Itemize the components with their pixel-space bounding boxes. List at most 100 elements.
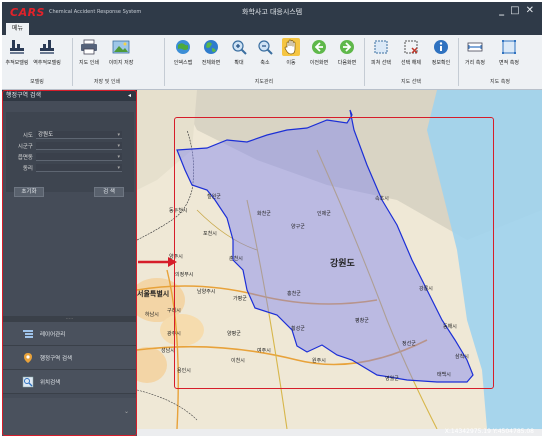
place-label: 서울특별시 bbox=[137, 289, 169, 298]
ribbon-separator bbox=[72, 38, 73, 86]
place-label: 여주시 bbox=[257, 347, 271, 354]
place-label: 평창군 bbox=[355, 317, 369, 324]
map-pin-icon bbox=[22, 352, 34, 364]
place-label: 횡성군 bbox=[291, 325, 305, 332]
chevron-down-icon[interactable]: ⌄ bbox=[124, 408, 129, 415]
place-label: 원주시 bbox=[312, 357, 326, 364]
place-label: 태백시 bbox=[437, 371, 451, 378]
place-label: 춘천시 bbox=[229, 255, 243, 262]
dongri-select[interactable]: ▾ bbox=[36, 164, 122, 172]
info-icon bbox=[432, 38, 450, 56]
group-label-map-manage: 지도관리 bbox=[254, 79, 274, 85]
reverse-tracking-button[interactable]: 역추적모델링 bbox=[33, 38, 61, 66]
place-label: 양평군 bbox=[227, 330, 241, 337]
ribbon-separator bbox=[364, 38, 365, 86]
print-map-button[interactable]: 지도 인쇄 bbox=[76, 38, 102, 66]
search-button[interactable]: 검 색 bbox=[94, 187, 124, 197]
place-label: 용인시 bbox=[177, 367, 191, 374]
feature-select-button[interactable]: 피쳐 선택 bbox=[368, 38, 394, 66]
tab-menu[interactable]: 메뉴 bbox=[6, 23, 30, 35]
place-label: 의정부시 bbox=[175, 271, 193, 278]
nav-item-layer-manage[interactable]: 레이어관리 bbox=[2, 322, 137, 346]
eupmyeondong-select[interactable]: ▾ bbox=[36, 153, 122, 161]
region-label-gangwon: 강원도 bbox=[330, 257, 356, 269]
bottom-bar bbox=[2, 436, 542, 444]
sigungu-select[interactable]: ▾ bbox=[36, 142, 122, 150]
group-label-modeling: 모델링 bbox=[30, 79, 44, 85]
ribbon-separator bbox=[164, 38, 165, 86]
admin-search-form: 시도 강원도 ▾ 시군구 ▾ 읍면동 ▾ 동리 ▾ 초기화 검 색 bbox=[6, 112, 134, 197]
nav-item-location-search[interactable]: 위치검색 bbox=[2, 370, 137, 394]
dropdown-arrow-icon: ▾ bbox=[117, 143, 120, 149]
field-dongri: 동리 ▾ bbox=[6, 163, 134, 173]
dropdown-arrow-icon: ▾ bbox=[117, 132, 120, 138]
zoom-in-icon bbox=[230, 38, 248, 56]
field-sigungu: 시군구 ▾ bbox=[6, 141, 134, 151]
group-label-save-print: 저장 및 인쇄 bbox=[93, 79, 121, 85]
place-label: 광주시 bbox=[167, 330, 181, 337]
place-label: 양구군 bbox=[291, 223, 305, 230]
distance-measure-icon bbox=[466, 38, 484, 56]
coordinate-readout: X:14342975.19 Y:4504785.08 bbox=[444, 428, 534, 435]
layer-icon bbox=[22, 328, 34, 340]
back-icon bbox=[310, 38, 328, 56]
place-label: 화천군 bbox=[257, 210, 271, 217]
field-label: 시도 bbox=[22, 133, 33, 139]
area-measure-icon bbox=[500, 38, 518, 56]
index-map-button[interactable]: 인덱스맵 bbox=[170, 38, 196, 66]
place-label: 동두천시 bbox=[169, 207, 187, 214]
field-label: 동리 bbox=[22, 166, 33, 172]
zoom-out-icon bbox=[256, 38, 274, 56]
next-view-button[interactable]: 다음화면 bbox=[334, 38, 360, 66]
full-screen-button[interactable]: 전체화면 bbox=[198, 38, 224, 66]
place-label: 영월군 bbox=[385, 375, 399, 382]
hand-pan-icon bbox=[282, 38, 300, 56]
minimize-button[interactable]: _ bbox=[499, 5, 504, 17]
info-button[interactable]: 정보확인 bbox=[428, 38, 454, 66]
ribbon-separator bbox=[458, 38, 459, 86]
field-label: 읍면동 bbox=[17, 155, 33, 161]
sido-select[interactable]: 강원도 ▾ bbox=[36, 131, 122, 139]
deselect-button[interactable]: 선택 해제 bbox=[398, 38, 424, 66]
maximize-button[interactable]: □ bbox=[510, 5, 519, 17]
form-buttons: 초기화 검 색 bbox=[6, 187, 134, 197]
panel-title: 행정구역 검색 bbox=[6, 92, 42, 99]
place-label: 하남시 bbox=[145, 311, 159, 318]
place-label: 구리시 bbox=[167, 307, 181, 314]
place-label: 포천시 bbox=[203, 230, 217, 237]
place-label: 가평군 bbox=[233, 295, 247, 302]
reset-button[interactable]: 초기화 bbox=[14, 187, 44, 197]
location-search-icon bbox=[22, 376, 34, 388]
forward-icon bbox=[338, 38, 356, 56]
image-save-icon bbox=[112, 38, 130, 56]
panel-header: 행정구역 검색 ◂ bbox=[2, 90, 137, 101]
place-label: 양주시 bbox=[169, 253, 183, 260]
group-label-map-select: 지도 선택 bbox=[401, 79, 421, 85]
nav-item-admin-search[interactable]: 행정구역 검색 bbox=[2, 346, 137, 370]
area-measure-button[interactable]: 면적 측정 bbox=[496, 38, 522, 66]
pan-button[interactable]: 이동 bbox=[278, 38, 304, 66]
panel-footer: ⌄ bbox=[2, 398, 137, 436]
place-label: 남양주시 bbox=[197, 288, 215, 295]
globe-icon bbox=[202, 38, 220, 56]
zoom-in-button[interactable]: 확대 bbox=[226, 38, 252, 66]
zoom-out-button[interactable]: 축소 bbox=[252, 38, 278, 66]
map-canvas: 강원도 동두천시 포천시 양주시 의정부시 남양주시 서울특별시 구리시 하남시… bbox=[137, 90, 542, 429]
deselect-icon bbox=[402, 38, 420, 56]
image-save-button[interactable]: 이미지 저장 bbox=[108, 38, 134, 66]
group-label-map-measure: 지도 측정 bbox=[490, 79, 510, 85]
index-map-icon bbox=[174, 38, 192, 56]
distance-measure-button[interactable]: 거리 측정 bbox=[462, 38, 488, 66]
place-label: 정선군 bbox=[402, 340, 416, 347]
place-label: 속초시 bbox=[375, 195, 389, 202]
previous-view-button[interactable]: 이전화면 bbox=[306, 38, 332, 66]
tracking-model-button[interactable]: 추적모델링 bbox=[4, 38, 30, 66]
map-view[interactable]: 강원도 동두천시 포천시 양주시 의정부시 남양주시 서울특별시 구리시 하남시… bbox=[137, 90, 542, 429]
reverse-tracking-icon bbox=[38, 38, 56, 56]
field-sido: 시도 강원도 ▾ bbox=[6, 130, 134, 140]
close-button[interactable]: ✕ bbox=[526, 5, 534, 17]
place-label: 철원군 bbox=[207, 193, 221, 200]
app-logo-subtitle: Chemical Accident Response System bbox=[48, 9, 142, 15]
panel-nav: 레이어관리 행정구역 검색 위치검색 bbox=[2, 322, 137, 394]
panel-collapse-button[interactable]: ◂ bbox=[128, 90, 131, 101]
